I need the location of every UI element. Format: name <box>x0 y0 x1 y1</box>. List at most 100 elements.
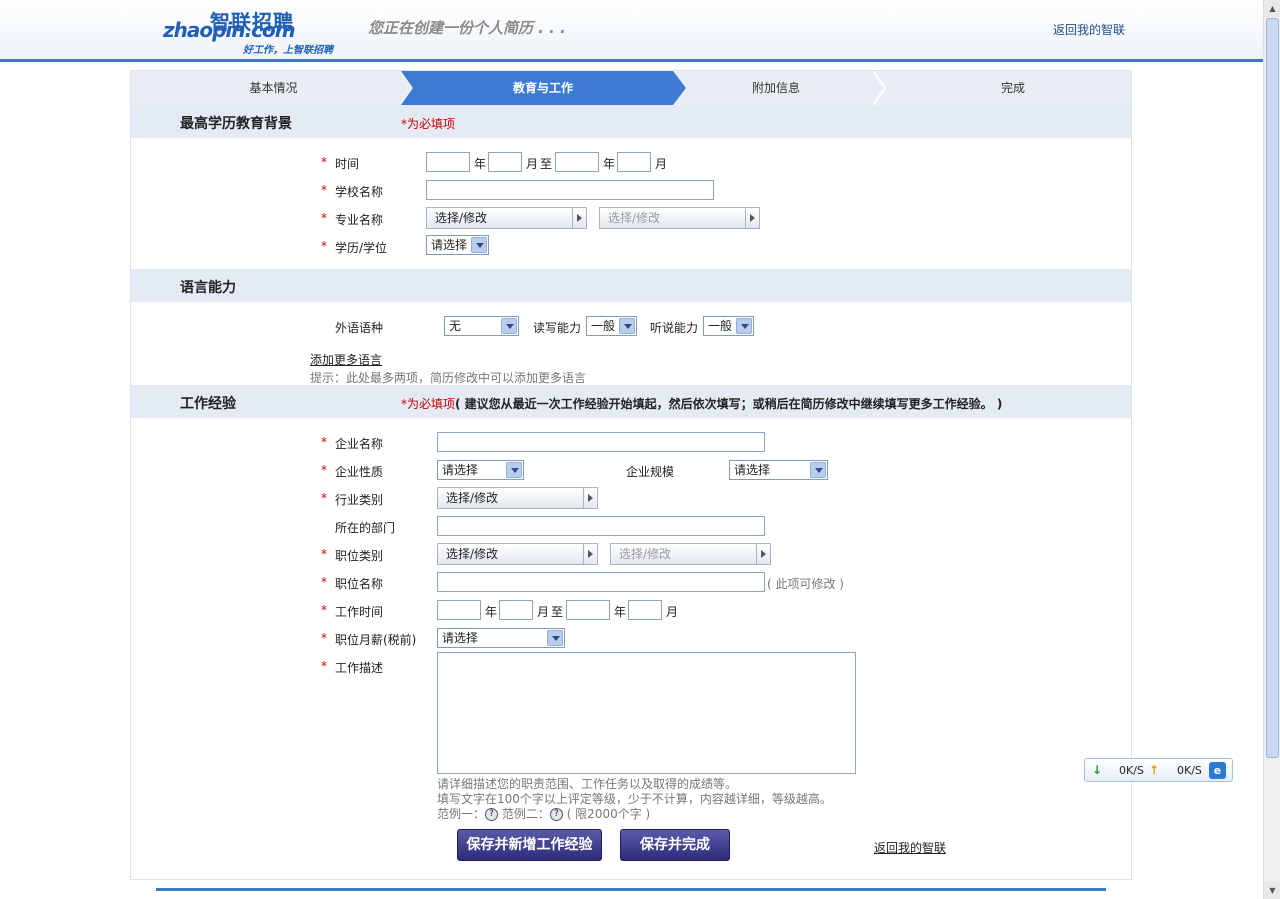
listening-speaking-value: 一般 <box>708 319 733 333</box>
example-1-label: 范例一： <box>437 807 486 821</box>
required-star: * <box>321 183 327 197</box>
language-hint: 提示：此处最多两项，简历修改中可以添加更多语言 <box>310 371 587 385</box>
help-question-icon[interactable]: ? <box>549 808 563 821</box>
industry-picker[interactable]: 选择/修改 <box>437 487 598 509</box>
chevron-right-icon <box>583 544 597 564</box>
major-picker-1[interactable]: 选择/修改 <box>426 207 587 229</box>
work-section-title: 工作经验 <box>180 396 236 412</box>
reading-writing-label: 读写能力 <box>533 321 582 335</box>
position-category-picker-2[interactable]: 选择/修改 <box>610 543 771 565</box>
listening-speaking-label: 听说能力 <box>650 321 699 335</box>
logo-english: zhaopin.com <box>163 18 296 42</box>
work-end-year-input[interactable] <box>566 600 610 620</box>
position-picker-1-text: 选择/修改 <box>446 547 499 561</box>
footer-divider <box>156 888 1106 891</box>
chevron-down-icon <box>501 318 517 334</box>
major-picker-2[interactable]: 选择/修改 <box>599 207 760 229</box>
company-scale-select[interactable]: 请选择 <box>729 460 828 480</box>
work-start-month-input[interactable] <box>499 600 533 620</box>
step-complete: 完成 <box>1000 81 1025 95</box>
degree-label: 学历/学位 <box>335 241 388 255</box>
chevron-right-icon <box>745 208 759 228</box>
foreign-language-value: 无 <box>449 319 462 333</box>
help-question-icon[interactable]: ? <box>485 808 499 821</box>
chevron-right-icon <box>583 488 597 508</box>
month-unit: 月 <box>537 605 550 619</box>
foreign-language-label: 外语语种 <box>335 321 384 335</box>
education-section-title: 最高学历教育背景 <box>180 116 292 132</box>
chevron-down-icon <box>619 318 635 334</box>
salary-label: 职位月薪(税前) <box>335 633 417 647</box>
back-to-my-zhaopin-link[interactable]: 返回我的智联 <box>874 839 946 856</box>
position-name-input[interactable] <box>437 572 765 592</box>
required-star: * <box>321 435 327 449</box>
scroll-up-arrow[interactable]: ▲ <box>1264 0 1280 17</box>
to-label: 至 <box>540 157 553 171</box>
work-required-note: *为必填项( 建议您从最近一次工作经验开始填起，然后依次填写；或稍后在简历修改中… <box>401 395 1002 412</box>
header-tagline: 您正在创建一份个人简历 . . . <box>368 19 566 37</box>
company-name-input[interactable] <box>437 432 765 452</box>
year-unit: 年 <box>603 157 616 171</box>
arrow-down-icon: ↓ <box>1092 763 1103 777</box>
position-name-label: 职位名称 <box>335 577 384 591</box>
required-star: * <box>321 603 327 617</box>
degree-select[interactable]: 请选择 <box>426 235 489 255</box>
chevron-down-icon <box>736 318 752 334</box>
network-speed-widget[interactable]: ↓ 0K/S ↑ 0K/S e <box>1084 758 1233 782</box>
required-note: *为必填项 <box>401 117 456 131</box>
industry-picker-text: 选择/修改 <box>446 491 499 505</box>
degree-select-value: 请选择 <box>431 238 468 252</box>
required-star: * <box>321 575 327 589</box>
company-nature-value: 请选择 <box>442 463 479 477</box>
required-star: * <box>321 659 327 673</box>
foreign-language-select[interactable]: 无 <box>444 316 519 336</box>
scroll-down-arrow[interactable]: ▼ <box>1264 882 1280 899</box>
department-input[interactable] <box>437 516 765 536</box>
school-name-input[interactable] <box>426 180 714 200</box>
work-start-year-input[interactable] <box>437 600 481 620</box>
required-star: * <box>321 631 327 645</box>
required-star: * <box>321 491 327 505</box>
step-education-work: 教育与工作 <box>512 81 573 95</box>
scrollbar-thumb[interactable] <box>1266 18 1279 758</box>
arrow-up-icon: ↑ <box>1149 763 1160 777</box>
chevron-down-icon <box>810 462 826 478</box>
work-section-header: 工作经验 *为必填项( 建议您从最近一次工作经验开始填起，然后依次填写；或稍后在… <box>131 385 1131 418</box>
required-star: * <box>321 463 327 477</box>
edu-start-year-input[interactable] <box>426 152 470 172</box>
required-star: * <box>321 211 327 225</box>
major-picker-1-text: 选择/修改 <box>435 211 488 225</box>
zhaopin-logo[interactable]: 智联招聘 zhaopin.com 好工作，上智联招聘 <box>163 4 343 56</box>
position-name-note: ( 此项可修改 ) <box>767 577 844 591</box>
header-back-link[interactable]: 返回我的智联 <box>1053 21 1125 38</box>
save-and-finish-button[interactable]: 保存并完成 <box>620 829 730 861</box>
salary-select[interactable]: 请选择 <box>437 628 565 648</box>
job-description-label: 工作描述 <box>335 661 384 675</box>
month-unit: 月 <box>666 605 679 619</box>
vertical-scrollbar[interactable]: ▲ ▼ <box>1263 0 1280 899</box>
major-label: 专业名称 <box>335 213 384 227</box>
browser-icon[interactable]: e <box>1209 762 1226 779</box>
position-category-picker-1[interactable]: 选择/修改 <box>437 543 598 565</box>
add-more-languages-link[interactable]: 添加更多语言 <box>310 351 382 368</box>
language-section-header: 语言能力 <box>131 269 1131 302</box>
save-and-add-work-button[interactable]: 保存并新增工作经验 <box>457 829 602 861</box>
chevron-right-icon <box>756 544 770 564</box>
required-star: * <box>321 547 327 561</box>
salary-value: 请选择 <box>442 631 479 645</box>
work-advice-text: ( 建议您从最近一次工作经验开始填起，然后依次填写；或稍后在简历修改中继续填写更… <box>455 397 1003 411</box>
position-picker-2-text: 选择/修改 <box>619 547 672 561</box>
edu-end-year-input[interactable] <box>555 152 599 172</box>
edu-start-month-input[interactable] <box>488 152 522 172</box>
company-name-label: 企业名称 <box>335 437 384 451</box>
position-category-label: 职位类别 <box>335 549 384 563</box>
work-end-month-input[interactable] <box>628 600 662 620</box>
reading-writing-select[interactable]: 一般 <box>586 316 637 336</box>
listening-speaking-select[interactable]: 一般 <box>703 316 754 336</box>
job-description-textarea[interactable] <box>437 652 856 774</box>
edu-end-month-input[interactable] <box>617 152 651 172</box>
education-section-header: 最高学历教育背景 *为必填项 <box>131 105 1131 138</box>
company-nature-select[interactable]: 请选择 <box>437 460 524 480</box>
year-unit: 年 <box>614 605 627 619</box>
step-additional-info: 附加信息 <box>751 81 800 95</box>
